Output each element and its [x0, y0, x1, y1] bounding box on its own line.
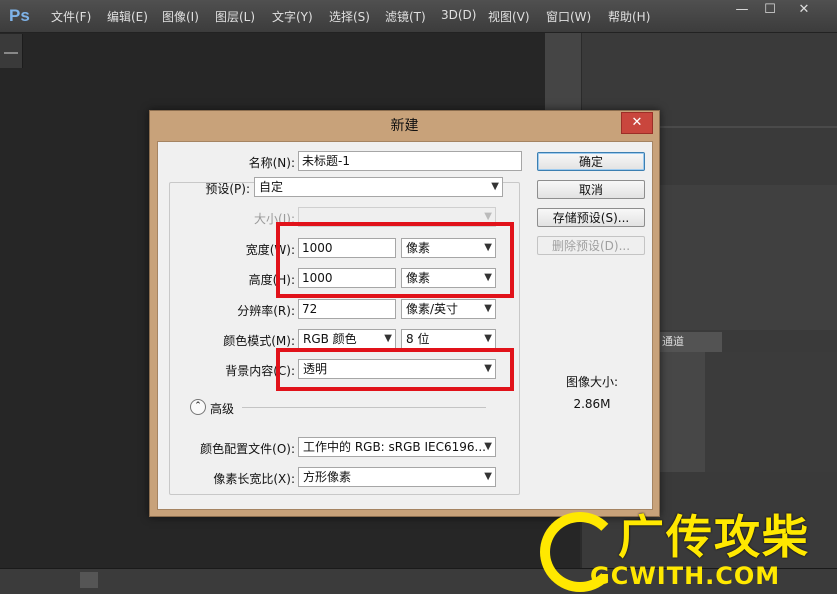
pixel-aspect-label: 像素长宽比(X):: [213, 472, 295, 486]
color-profile-value: 工作中的 RGB: sRGB IEC6196...: [303, 440, 486, 454]
image-size-label: 图像大小:: [565, 375, 619, 389]
resolution-unit-select[interactable]: 像素/英寸 ▼: [401, 299, 496, 319]
resolution-unit-value: 像素/英寸: [406, 302, 459, 316]
color-profile-select[interactable]: 工作中的 RGB: sRGB IEC6196... ▼: [298, 437, 496, 457]
watermark-url: GCWITH.COM: [590, 562, 781, 590]
menu-view[interactable]: 视图(V): [488, 8, 530, 25]
bit-depth-value: 8 位: [406, 332, 430, 346]
photoshop-logo: Ps: [9, 6, 30, 25]
menu-help[interactable]: 帮助(H): [608, 8, 650, 25]
advanced-divider: [242, 407, 486, 408]
name-input[interactable]: 未标题-1: [298, 151, 522, 171]
menu-image[interactable]: 图像(I): [162, 8, 199, 25]
pixel-aspect-select[interactable]: 方形像素 ▼: [298, 467, 496, 487]
pixel-aspect-value: 方形像素: [303, 470, 352, 484]
chevron-down-icon: ▼: [384, 333, 392, 344]
collapsed-panel-dock[interactable]: [545, 33, 581, 113]
maximize-icon[interactable]: ☐: [756, 0, 784, 20]
menu-filter[interactable]: 滤镜(T): [385, 8, 426, 25]
save-preset-button[interactable]: 存储预设(S)...: [537, 208, 645, 227]
menu-bar: Ps 文件(F) 编辑(E) 图像(I) 图层(L) 文字(Y) 选择(S) 滤…: [0, 0, 837, 33]
ok-button[interactable]: 确定: [537, 152, 645, 171]
panel-content-area: [705, 352, 837, 472]
advanced-label[interactable]: 高级: [210, 400, 234, 417]
watermark-text: 广传攻柴: [618, 510, 810, 564]
tab-channels[interactable]: 通道: [660, 332, 722, 352]
chevron-down-icon: ▼: [491, 181, 499, 192]
chevron-down-icon: ▼: [484, 303, 492, 314]
menu-edit[interactable]: 编辑(E): [107, 8, 148, 25]
width-height-highlight: [276, 222, 514, 298]
name-label: 名称(N):: [248, 156, 295, 170]
minimize-icon[interactable]: —: [728, 0, 756, 20]
preset-label: 预设(P):: [205, 182, 250, 196]
chevron-down-icon: ▼: [484, 471, 492, 482]
tools-panel-collapsed[interactable]: [0, 34, 23, 68]
preset-select[interactable]: 自定 ▼: [254, 177, 503, 197]
image-size-value: 2.86M: [573, 397, 611, 411]
bit-depth-select[interactable]: 8 位 ▼: [401, 329, 496, 349]
menu-type[interactable]: 文字(Y): [272, 8, 313, 25]
resolution-input[interactable]: 72: [298, 299, 396, 319]
chevron-down-icon: ▼: [484, 333, 492, 344]
color-mode-select[interactable]: RGB 颜色 ▼: [298, 329, 396, 349]
close-icon[interactable]: ✕: [790, 0, 818, 20]
menu-layer[interactable]: 图层(L): [215, 8, 255, 25]
menu-select[interactable]: 选择(S): [329, 8, 370, 25]
color-mode-label: 颜色模式(M):: [223, 334, 295, 348]
delete-preset-button: 删除预设(D)...: [537, 236, 645, 255]
menu-file[interactable]: 文件(F): [51, 8, 91, 25]
cancel-button[interactable]: 取消: [537, 180, 645, 199]
menu-3d[interactable]: 3D(D): [441, 8, 476, 22]
advanced-toggle-icon[interactable]: ⌃: [190, 399, 206, 415]
resolution-label: 分辨率(R):: [237, 304, 295, 318]
scrollbar-handle[interactable]: [80, 572, 98, 588]
chevron-down-icon: ▼: [484, 441, 492, 452]
color-mode-value: RGB 颜色: [303, 332, 357, 346]
preset-value: 自定: [259, 180, 284, 194]
dialog-title: 新建: [390, 118, 419, 134]
background-highlight: [276, 348, 514, 391]
dialog-close-icon[interactable]: ✕: [621, 112, 653, 134]
color-profile-label: 颜色配置文件(O):: [200, 442, 295, 456]
menu-window[interactable]: 窗口(W): [546, 8, 591, 25]
